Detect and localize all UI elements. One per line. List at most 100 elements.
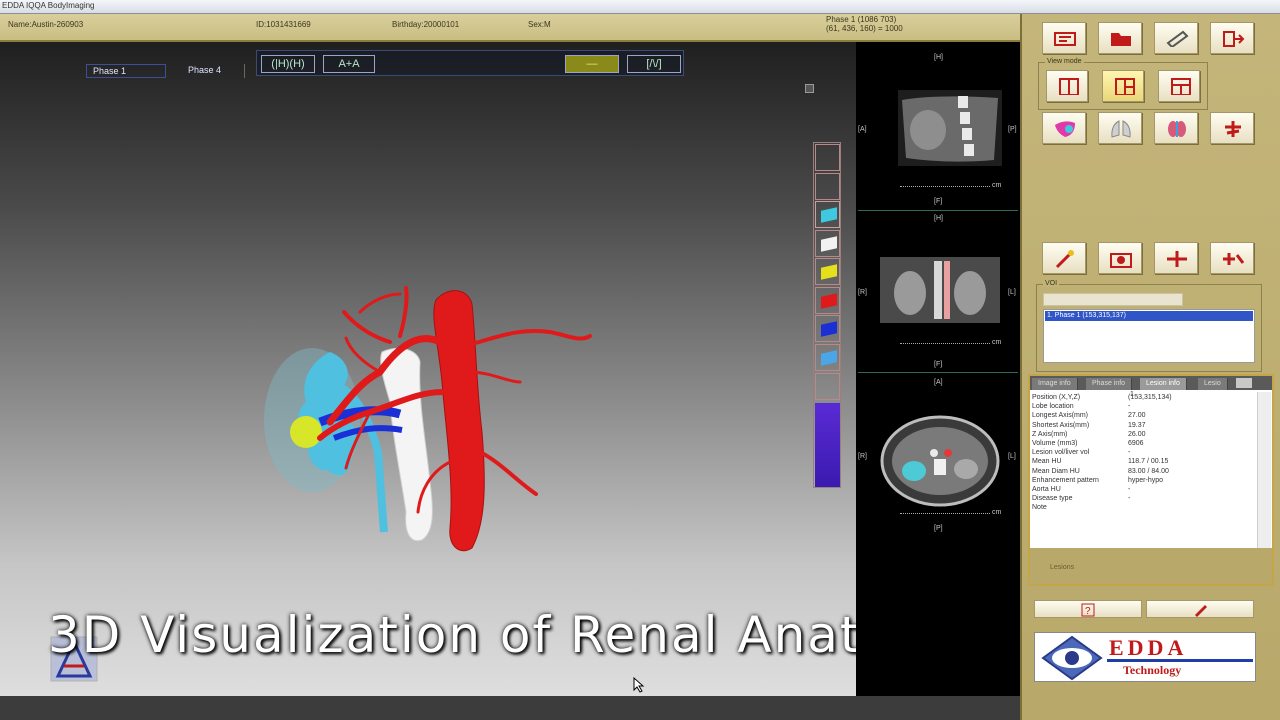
tab-image-info[interactable]: Image info — [1032, 378, 1078, 390]
edda-eye-logo-icon — [1041, 635, 1103, 681]
liver-button[interactable] — [1042, 112, 1086, 144]
table-row: Lobe location - — [1032, 403, 1248, 412]
axial-right-label: [L] — [1008, 453, 1016, 460]
opacity-slider[interactable] — [815, 403, 840, 487]
patient-id: ID:1031431669 — [256, 20, 311, 29]
add-marker-button[interactable] — [1210, 242, 1254, 274]
tab-lesion-more[interactable]: Lesio — [1198, 378, 1228, 390]
info-row-value: - — [1128, 495, 1131, 503]
swatch-cyan[interactable] — [815, 201, 840, 228]
wand-icon — [1055, 250, 1074, 269]
line-tool-button[interactable]: — — [565, 55, 619, 73]
swatch-yellow[interactable] — [815, 258, 840, 285]
edda-logo: EDDA Technology — [1034, 632, 1256, 682]
info-row-value: hyper-hypo — [1128, 476, 1164, 484]
info-row-key: Note — [1032, 504, 1047, 512]
swatch-white[interactable] — [815, 230, 840, 257]
tools-button[interactable] — [1154, 22, 1198, 54]
tab-phase-info[interactable]: Phase info — [1086, 378, 1133, 390]
voi-filter-field[interactable] — [1043, 293, 1183, 306]
bottom-status-bar — [0, 696, 1020, 720]
logo-band — [1107, 659, 1253, 662]
axial-scale-unit: cm — [992, 509, 1002, 516]
table-row: Aorta HU - — [1032, 486, 1248, 495]
swatch-red[interactable] — [815, 287, 840, 314]
tab-lesion-info[interactable]: Lesion info — [1140, 378, 1187, 390]
video-caption: 3D Visualization of Renal Anatomy — [48, 606, 977, 664]
patient-list-icon — [1054, 32, 1076, 46]
collapse-icon[interactable] — [805, 84, 814, 93]
table-row: Position (X,Y,Z) (153,315,134) — [1032, 394, 1248, 403]
add-marker-icon — [1223, 253, 1245, 265]
layout-single-icon — [1059, 78, 1079, 95]
settings-icon — [1195, 605, 1207, 617]
settings-button[interactable] — [1146, 600, 1254, 618]
info-row-value: (153,315,134) — [1128, 394, 1172, 401]
viewer-3d[interactable]: Phase 1 Phase 4 (|H)(H) A+A — [/\/] — [0, 42, 856, 696]
swatch-blue[interactable] — [815, 315, 840, 342]
svg-text:?: ? — [1085, 606, 1091, 617]
tab-phase-1[interactable]: Phase 1 — [86, 64, 166, 78]
coronal-bottom-label: [F] — [934, 361, 943, 368]
swatch-empty-3[interactable] — [815, 373, 840, 400]
snapshot-button[interactable] — [1098, 242, 1142, 274]
info-footer: Lesions — [1030, 548, 1272, 584]
sagittal-view[interactable]: [H] [A] [P] [F] cm — [858, 44, 1018, 208]
align-tool-button[interactable]: A+A — [323, 55, 375, 73]
lung-icon — [1111, 120, 1131, 138]
sagittal-scale-bar — [900, 186, 990, 188]
axial-ct-image — [880, 413, 1000, 509]
red-cube-icon — [821, 293, 837, 309]
table-row: Disease type - — [1032, 495, 1248, 504]
info-row-key: Enhancement pattern — [1032, 476, 1099, 484]
swatch-empty-2[interactable] — [815, 173, 840, 200]
lesion-info-panel: Image info Phase info Lesion info Lesio … — [1028, 374, 1274, 586]
exit-button[interactable] — [1210, 22, 1254, 54]
sagittal-top-label: [H] — [934, 54, 943, 61]
measure-tool-button[interactable]: (|H)(H) — [261, 55, 315, 73]
swatch-lightblue[interactable] — [815, 344, 840, 371]
info-row-value: 19.37 — [1128, 421, 1146, 429]
coronal-scale-unit: cm — [992, 339, 1002, 346]
axial-scale-bar — [900, 513, 990, 515]
layout-grid-icon — [1115, 78, 1135, 95]
ruler-tool-button[interactable]: [/\/] — [627, 55, 681, 73]
info-row-key: Position (X,Y,Z) — [1032, 394, 1081, 401]
renal-3d-model[interactable] — [250, 232, 610, 562]
coronal-ct-image — [880, 257, 1000, 323]
open-folder-button[interactable] — [1098, 22, 1142, 54]
vessel-button[interactable] — [1210, 112, 1254, 144]
patient-info-bar: Name:Austin-260903 ID:1031431669 Birthda… — [0, 14, 1020, 42]
info-row-key: Mean HU — [1032, 458, 1062, 466]
table-row: Mean Diam HU 83.00 / 84.00 — [1032, 468, 1248, 477]
lung-button[interactable] — [1098, 112, 1142, 144]
kidney-icon — [1168, 121, 1186, 137]
measure-icon — [1167, 251, 1187, 267]
tab-phase-4[interactable]: Phase 4 — [182, 64, 227, 78]
kidney-button[interactable] — [1154, 112, 1198, 144]
table-row: Lesion vol/liver vol - — [1032, 449, 1248, 458]
sagittal-ct-image — [898, 90, 1002, 166]
coronal-view[interactable]: [H] [R] [L] [F] cm — [858, 210, 1018, 370]
tab-divider — [244, 64, 245, 78]
info-row-key: Z Axis(mm) — [1032, 430, 1068, 438]
tab-scroll-arrows-icon[interactable] — [1236, 378, 1252, 388]
view-mode-split-button[interactable] — [1158, 70, 1200, 102]
voi-list[interactable]: 1. Phase 1 (153,315,137) — [1043, 309, 1255, 363]
help-button[interactable]: ? — [1034, 600, 1142, 618]
window-titlebar: EDDA IQQA BodyImaging — [0, 0, 1280, 14]
info-row-key: Mean Diam HU — [1032, 467, 1080, 475]
swatch-empty-1[interactable] — [815, 144, 840, 171]
lesions-footer-label: Lesions — [1050, 564, 1075, 571]
patient-list-button[interactable] — [1042, 22, 1086, 54]
view-mode-single-button[interactable] — [1046, 70, 1088, 102]
measure-button[interactable] — [1154, 242, 1198, 274]
info-scrollbar[interactable] — [1257, 392, 1271, 560]
view-mode-grid-button[interactable] — [1102, 70, 1144, 102]
layout-split-icon — [1171, 78, 1191, 95]
axial-view[interactable]: [A] [R] [L] [P] cm — [858, 372, 1018, 536]
voi-list-item[interactable]: 1. Phase 1 (153,315,137) — [1045, 311, 1253, 321]
auto-segment-button[interactable] — [1042, 242, 1086, 274]
voi-label: VOI — [1043, 280, 1060, 287]
table-row: Volume (mm3) 6906 — [1032, 440, 1248, 449]
